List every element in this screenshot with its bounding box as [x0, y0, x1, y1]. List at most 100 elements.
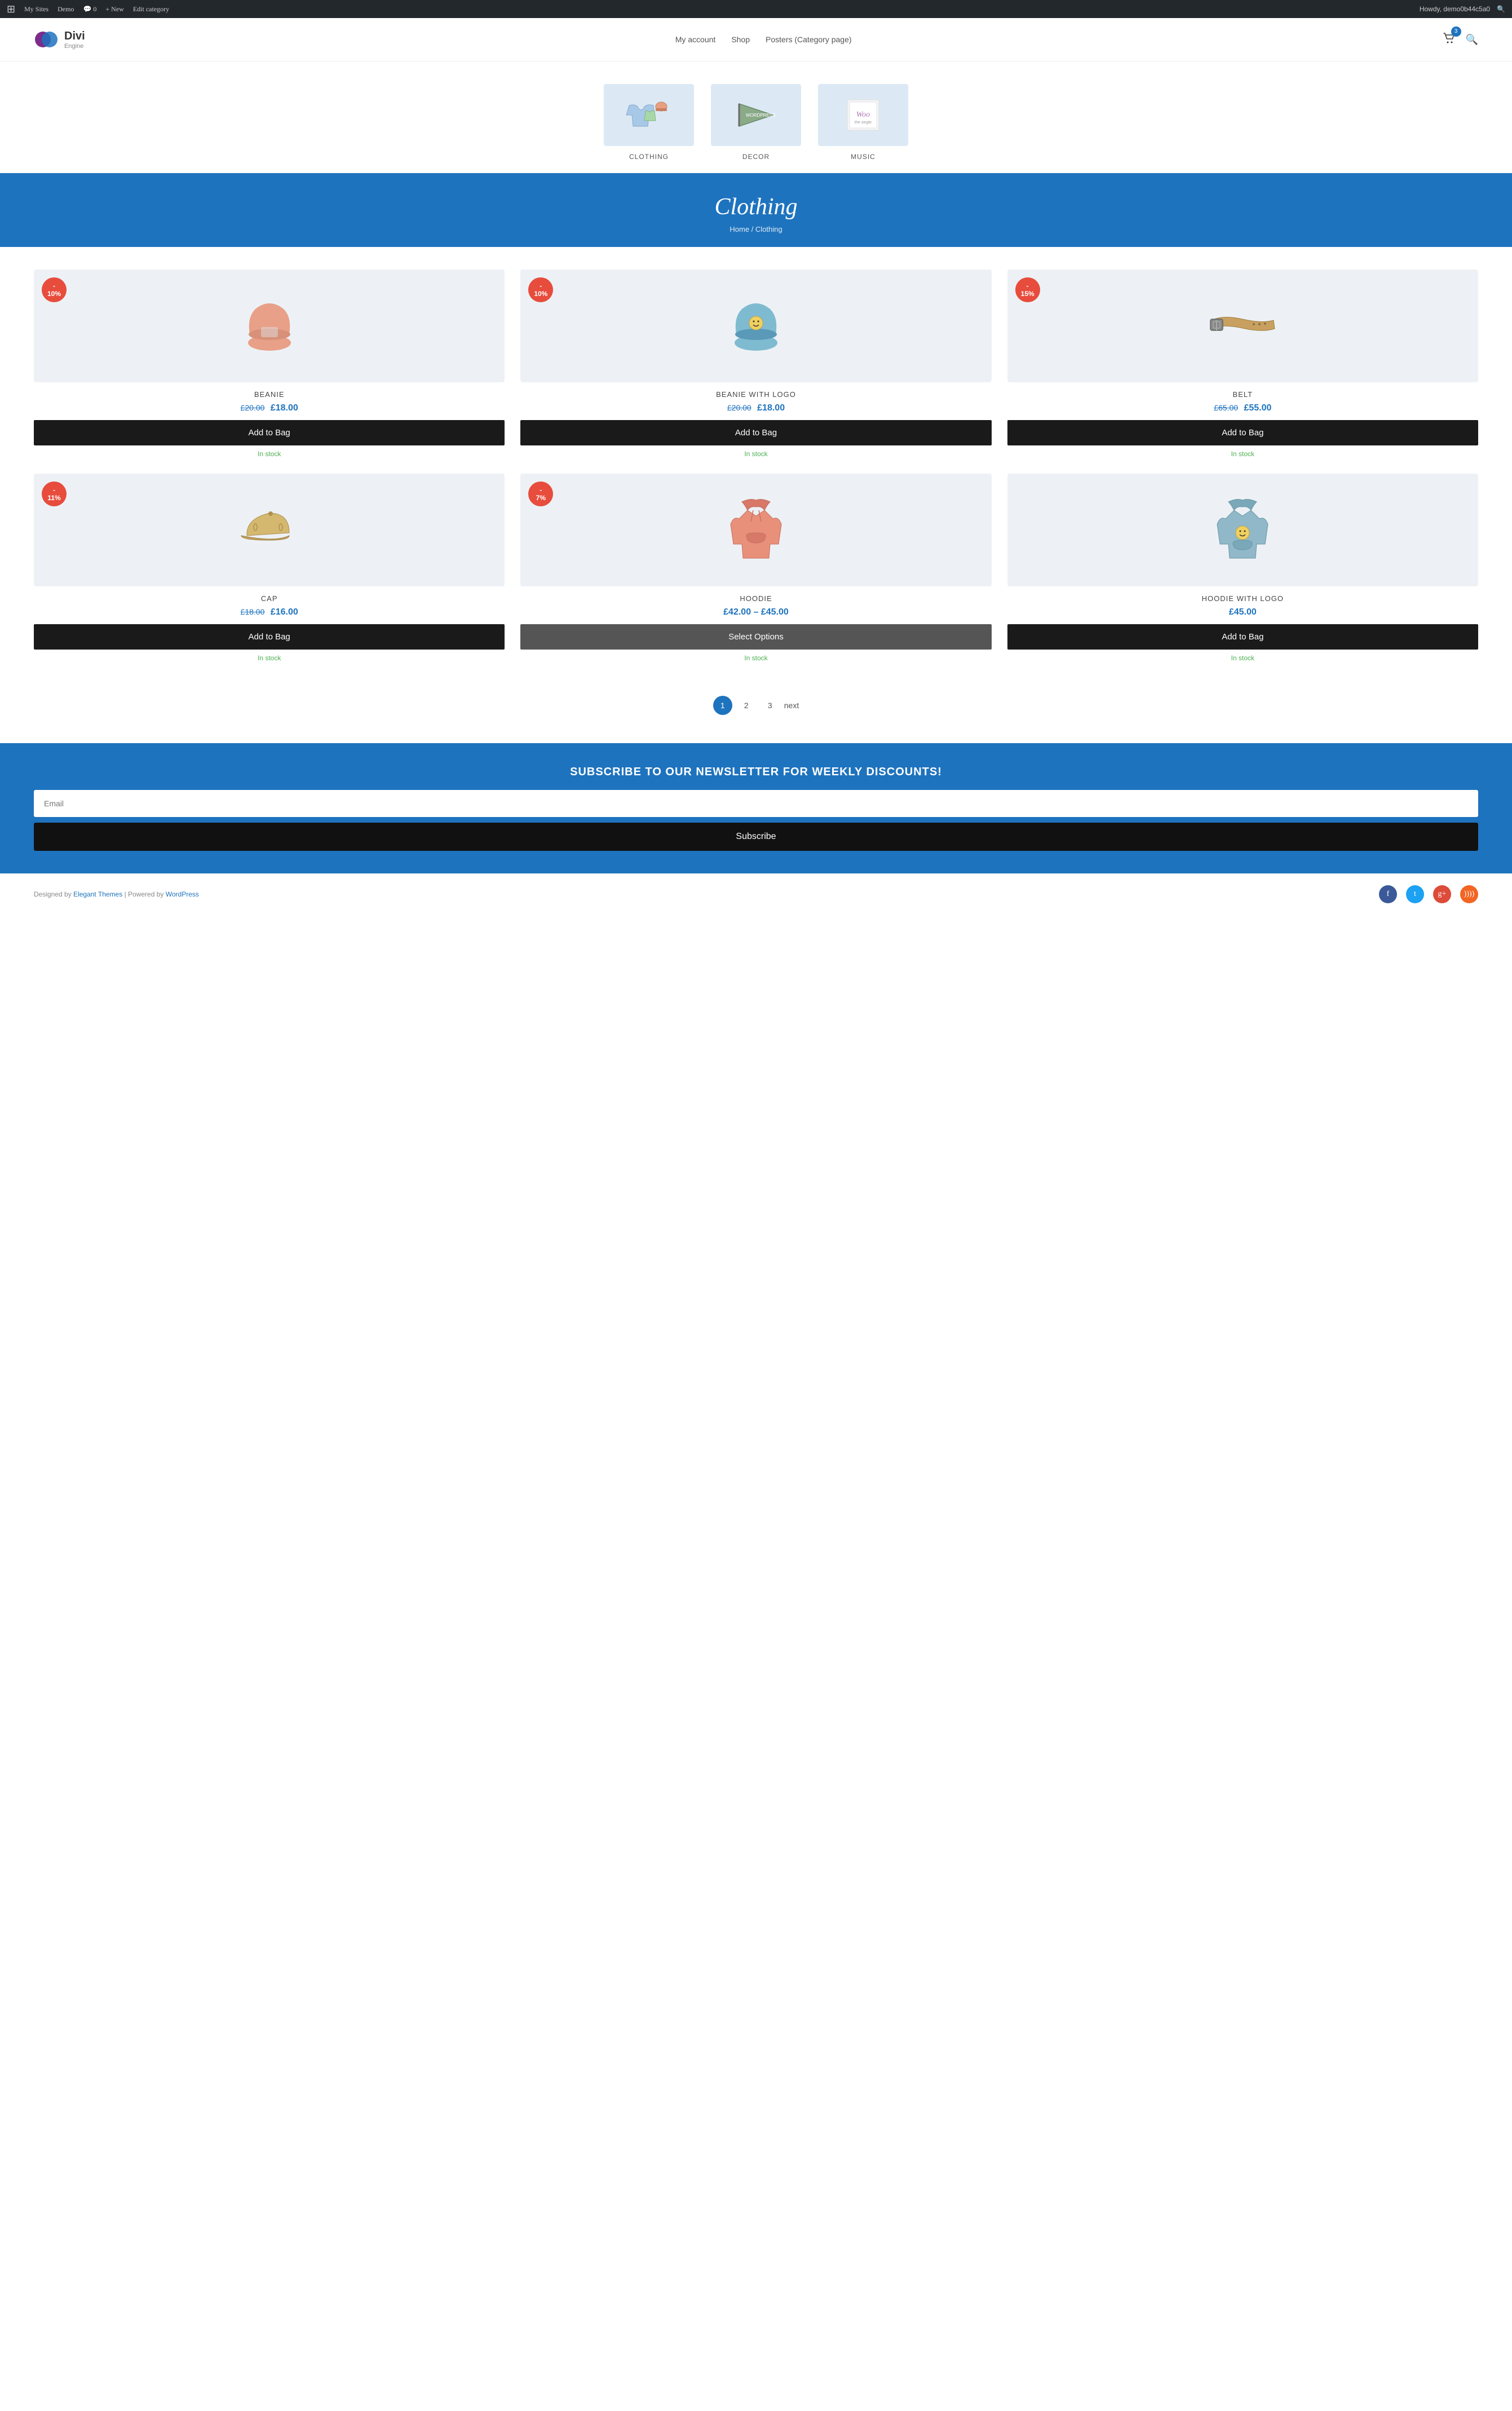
- logo-name: Divi: [64, 30, 85, 43]
- product-name-hoodie-logo: HOODIE WITH LOGO: [1007, 594, 1478, 603]
- hoodie-image: [725, 493, 787, 567]
- comments-icon[interactable]: 💬 0: [83, 5, 96, 14]
- cart-icon-wrap[interactable]: 3: [1442, 31, 1457, 48]
- product-name-cap: CAP: [34, 594, 505, 603]
- add-to-bag-beanie[interactable]: Add to Bag: [34, 420, 505, 445]
- price-new-beanie-logo: £18.00: [757, 403, 785, 413]
- my-sites-link[interactable]: My Sites: [24, 5, 48, 14]
- product-image-beanie-logo[interactable]: - 10%: [520, 270, 991, 382]
- add-to-bag-belt[interactable]: Add to Bag: [1007, 420, 1478, 445]
- svg-text:the single: the single: [855, 121, 872, 125]
- price-old-belt: £65.00: [1214, 403, 1238, 412]
- stock-belt: In stock: [1007, 450, 1478, 458]
- product-card-beanie: - 10% BEANIE £20.00 £18.00 Add to Bag In…: [34, 270, 505, 458]
- newsletter-title: SUBSCRIBE TO OUR NEWSLETTER FOR WEEKLY D…: [34, 766, 1478, 779]
- elegant-themes-link[interactable]: Elegant Themes: [73, 890, 122, 898]
- site-footer: Designed by Elegant Themes | Powered by …: [0, 873, 1512, 915]
- music-thumb-image: Woo the single: [835, 95, 891, 135]
- footer-social-icons: f t g+ )))): [1379, 885, 1478, 903]
- howdy-text: Howdy, demo0b44c5a0: [1420, 5, 1490, 13]
- svg-text:Woo: Woo: [856, 111, 870, 119]
- main-nav: My account Shop Posters (Category page): [675, 35, 852, 44]
- product-image-cap[interactable]: - 11%: [34, 474, 505, 586]
- wp-logo-icon[interactable]: ⊞: [7, 3, 15, 15]
- product-card-beanie-logo: - 10% BEANIE WITH LOGO £20.00 £18.00 Add…: [520, 270, 991, 458]
- new-link[interactable]: + New: [105, 5, 123, 14]
- product-image-belt[interactable]: - 15%: [1007, 270, 1478, 382]
- product-price-beanie: £20.00 £18.00: [34, 403, 505, 413]
- product-price-beanie-logo: £20.00 £18.00: [520, 403, 991, 413]
- price-old-beanie: £20.00: [241, 403, 265, 412]
- stock-cap: In stock: [34, 654, 505, 662]
- select-options-hoodie[interactable]: Select Options: [520, 624, 991, 650]
- product-card-belt: - 15% BELT £65.00 £55.00: [1007, 270, 1478, 458]
- discount-badge-hoodie: - 7%: [528, 482, 553, 506]
- cart-badge: 3: [1451, 27, 1461, 37]
- logo[interactable]: Divi Engine: [34, 27, 85, 52]
- decor-thumb-image: WORDPRESS: [728, 95, 784, 135]
- svg-text:WORDPRESS: WORDPRESS: [746, 113, 775, 118]
- products-section: - 10% BEANIE £20.00 £18.00 Add to Bag In…: [0, 264, 1512, 679]
- product-card-hoodie-logo: HOODIE WITH LOGO £45.00 Add to Bag In st…: [1007, 474, 1478, 662]
- demo-link[interactable]: Demo: [58, 5, 74, 14]
- page-1[interactable]: 1: [713, 696, 732, 715]
- pagination: 1 2 3 next: [0, 679, 1512, 732]
- footer-text: Designed by Elegant Themes | Powered by …: [34, 890, 199, 898]
- nav-shop[interactable]: Shop: [731, 35, 750, 44]
- price-old-cap: £18.00: [241, 607, 265, 616]
- edit-category-link[interactable]: Edit category: [133, 5, 169, 14]
- logo-sub: Engine: [64, 43, 85, 50]
- twitter-icon[interactable]: t: [1406, 885, 1424, 903]
- banner-title: Clothing: [11, 193, 1501, 220]
- category-decor[interactable]: WORDPRESS DECOR: [711, 84, 801, 162]
- beanie-logo-image: [725, 292, 787, 360]
- belt-image: [1206, 309, 1279, 343]
- price-single-hoodie-logo: £45.00: [1229, 607, 1257, 617]
- facebook-icon[interactable]: f: [1379, 885, 1397, 903]
- category-clothing[interactable]: CLOTHING: [604, 84, 694, 162]
- product-name-belt: BELT: [1007, 390, 1478, 399]
- page-2[interactable]: 2: [737, 696, 756, 715]
- discount-badge-cap: - 11%: [42, 482, 67, 506]
- page-3[interactable]: 3: [761, 696, 780, 715]
- search-icon[interactable]: 🔍: [1497, 5, 1505, 14]
- page-next[interactable]: next: [784, 701, 799, 710]
- add-to-bag-hoodie-logo[interactable]: Add to Bag: [1007, 624, 1478, 650]
- product-price-cap: £18.00 £16.00: [34, 607, 505, 617]
- add-to-bag-beanie-logo[interactable]: Add to Bag: [520, 420, 991, 445]
- logo-image: [34, 27, 59, 52]
- beanie-image: [238, 292, 300, 360]
- product-price-hoodie: £42.00 – £45.00: [520, 607, 991, 617]
- newsletter-subscribe-button[interactable]: Subscribe: [34, 823, 1478, 851]
- site-header: Divi Engine My account Shop Posters (Cat…: [0, 18, 1512, 61]
- category-clothing-label: CLOTHING: [629, 153, 669, 161]
- nav-posters[interactable]: Posters (Category page): [766, 35, 852, 44]
- product-image-hoodie[interactable]: - 7%: [520, 474, 991, 586]
- rss-icon[interactable]: )))): [1460, 885, 1478, 903]
- breadcrumb-current: Clothing: [755, 225, 782, 233]
- header-search-icon[interactable]: 🔍: [1466, 34, 1478, 46]
- product-name-hoodie: HOODIE: [520, 594, 991, 603]
- product-price-belt: £65.00 £55.00: [1007, 403, 1478, 413]
- stock-beanie-logo: In stock: [520, 450, 991, 458]
- price-new-cap: £16.00: [271, 607, 298, 617]
- category-music-label: MUSIC: [851, 153, 876, 161]
- breadcrumb-home[interactable]: Home: [730, 225, 749, 233]
- stock-hoodie-logo: In stock: [1007, 654, 1478, 662]
- price-new-belt: £55.00: [1244, 403, 1271, 413]
- product-image-beanie[interactable]: - 10%: [34, 270, 505, 382]
- nav-icons: 3 🔍: [1442, 31, 1478, 48]
- category-section: CLOTHING WORDPRESS DECOR Woo the single …: [0, 61, 1512, 173]
- breadcrumb: Home / Clothing: [11, 225, 1501, 233]
- add-to-bag-cap[interactable]: Add to Bag: [34, 624, 505, 650]
- category-music[interactable]: Woo the single MUSIC: [818, 84, 908, 162]
- wordpress-link[interactable]: WordPress: [166, 890, 199, 898]
- newsletter-email-input[interactable]: [34, 790, 1478, 817]
- nav-my-account[interactable]: My account: [675, 35, 716, 44]
- admin-bar: ⊞ My Sites Demo 💬 0 + New Edit category …: [0, 0, 1512, 18]
- breadcrumb-sep: /: [751, 225, 755, 233]
- product-image-hoodie-logo[interactable]: [1007, 474, 1478, 586]
- newsletter-section: SUBSCRIBE TO OUR NEWSLETTER FOR WEEKLY D…: [0, 743, 1512, 873]
- stock-beanie: In stock: [34, 450, 505, 458]
- google-plus-icon[interactable]: g+: [1433, 885, 1451, 903]
